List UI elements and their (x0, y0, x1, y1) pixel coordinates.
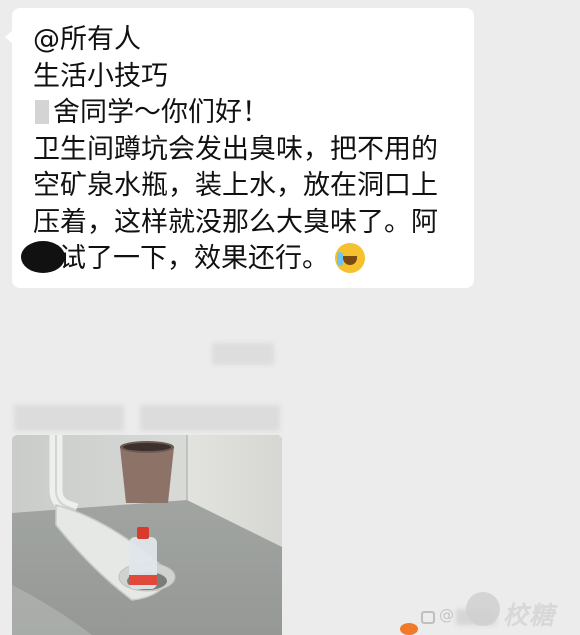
toilet-photo-drawing (12, 435, 282, 635)
greeting-text: 舍同学～你们好！ (53, 97, 269, 128)
toilet-photo[interactable] (12, 435, 282, 635)
message-bubble[interactable]: @所有人 生活小技巧 舍同学～你们好！ 卫生间蹲坑会发出臭味，把不用的 空矿泉水… (5, 8, 474, 288)
orange-watermark-mark (400, 623, 418, 635)
blurred-sender-label-1 (14, 405, 124, 431)
body-line-3: 压着，这样就没那么大臭味了。阿 (33, 206, 438, 238)
body-line-4: 试了一下，效果还行。 (21, 241, 458, 278)
watermark-logo-icon (466, 592, 500, 626)
watermark-brand: 校糖 (503, 601, 556, 630)
redaction-mark (35, 100, 49, 124)
tip-title: 生活小技巧 (33, 60, 168, 92)
camera-icon (421, 611, 435, 624)
body-line-2: 空矿泉水瓶，装上水，放在洞口上 (33, 170, 438, 201)
mention-line: @所有人 (33, 24, 141, 55)
greeting-line: 舍同学～你们好！ (33, 95, 458, 132)
watermark-at: @ (439, 606, 454, 624)
blurred-sender-label-2 (140, 405, 280, 431)
body-line-1: 卫生间蹲坑会发出臭味，把不用的 (33, 133, 438, 165)
blurred-sender-name (212, 343, 274, 365)
crying-laughing-emoji-icon (335, 243, 365, 273)
body-line-4-text: 试了一下，效果还行。 (59, 243, 329, 274)
